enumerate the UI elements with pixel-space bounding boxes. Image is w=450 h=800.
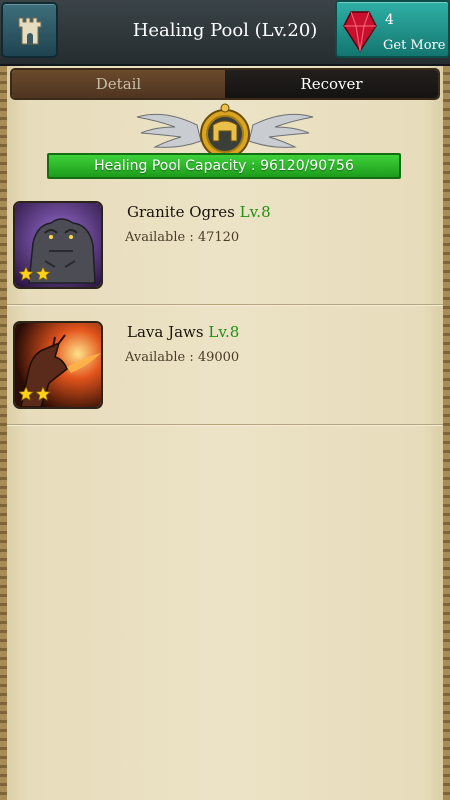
unit-row-granite-ogres[interactable]: Granite Ogres Lv.8 Available : 47120 — [7, 185, 443, 305]
home-button[interactable] — [1, 2, 58, 58]
gem-count: 4 — [385, 12, 394, 28]
unit-level: Lv.8 — [239, 203, 271, 221]
star-rating — [18, 386, 51, 405]
unit-available: Available : 49000 — [125, 350, 240, 365]
unit-name: Granite Ogres Lv.8 — [127, 203, 271, 221]
unit-name: Lava Jaws Lv.8 — [127, 323, 239, 341]
unit-level: Lv.8 — [208, 323, 240, 341]
granite-ogres-portrait — [13, 201, 103, 289]
lava-jaws-portrait — [13, 321, 103, 409]
page-title: Healing Pool (Lv.20) — [132, 20, 318, 41]
get-more-label: Get More — [383, 38, 446, 53]
healing-pool-capacity-bar: Healing Pool Capacity : 96120/90756 — [47, 153, 401, 179]
unit-name-text: Granite Ogres — [127, 203, 235, 221]
get-more-gems-button[interactable]: 4 Get More — [335, 0, 450, 58]
tab-detail[interactable]: Detail — [12, 70, 225, 98]
unit-row-lava-jaws[interactable]: Lava Jaws Lv.8 Available : 49000 — [7, 305, 443, 425]
tab-bar: Detail Recover — [10, 68, 440, 100]
tab-recover[interactable]: Recover — [225, 70, 438, 98]
unit-available: Available : 47120 — [125, 230, 240, 245]
star-rating — [18, 266, 51, 285]
top-bar: Healing Pool (Lv.20) 4 Get More — [0, 0, 450, 66]
unit-name-text: Lava Jaws — [127, 323, 204, 341]
red-gem-icon — [343, 11, 377, 53]
castle-tower-icon — [18, 17, 42, 45]
